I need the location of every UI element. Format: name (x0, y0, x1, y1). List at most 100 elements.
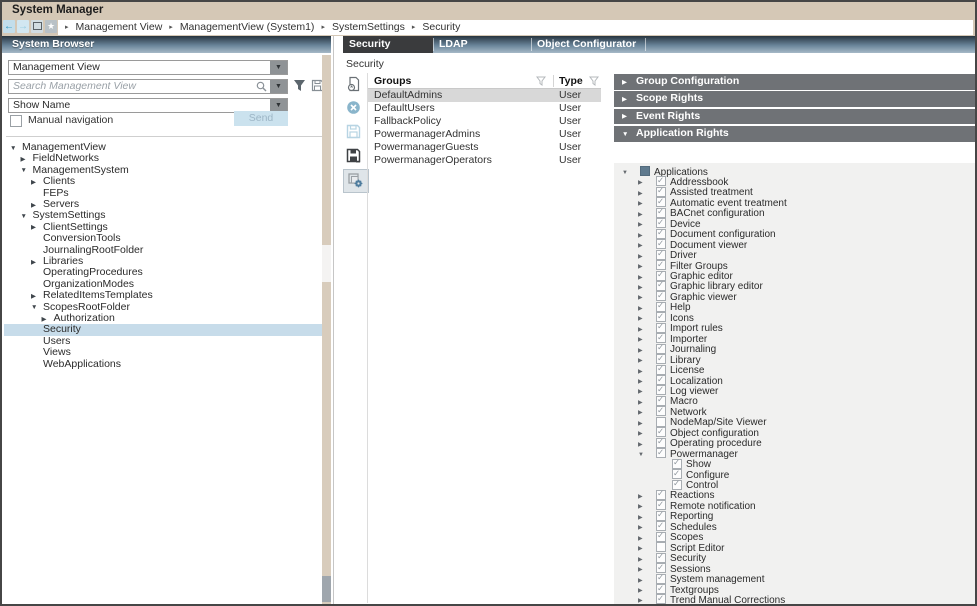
rights-item-schedules[interactable]: ▶Schedules (614, 520, 975, 530)
rights-item-operating-procedure[interactable]: ▶Operating procedure (614, 436, 975, 446)
rights-item-library[interactable]: ▶Library (614, 353, 975, 363)
expand-arrow-icon[interactable]: ▶ (622, 75, 636, 91)
rights-item-reporting[interactable]: ▶Reporting (614, 509, 975, 519)
send-button[interactable]: Send (234, 111, 288, 126)
rights-item-configure[interactable]: Configure (614, 468, 975, 478)
group-row-powermanagerguests[interactable]: PowermanagerGuestsUser (368, 141, 601, 154)
object-settings-button[interactable] (343, 169, 369, 193)
filter-icon[interactable] (589, 76, 599, 86)
group-row-powermanageradmins[interactable]: PowermanagerAdminsUser (368, 128, 601, 141)
panel-header-event-rights[interactable]: ▶Event Rights (614, 109, 975, 125)
rights-item-addressbook[interactable]: ▶Addressbook (614, 175, 975, 185)
rights-item-importer[interactable]: ▶Importer (614, 332, 975, 342)
expand-arrow-icon[interactable]: ▼ (31, 302, 43, 313)
rights-item-icons[interactable]: ▶Icons (614, 311, 975, 321)
breadcrumb-item[interactable]: ManagementView (System1) (180, 21, 315, 33)
expand-arrow-icon[interactable]: ▶ (622, 109, 636, 125)
save-icon[interactable] (346, 124, 364, 142)
expand-arrow-icon[interactable]: ▼ (21, 165, 33, 176)
expand-arrow-icon[interactable]: ▼ (622, 127, 636, 143)
save-all-icon[interactable] (346, 148, 364, 166)
rights-item-script-editor[interactable]: ▶Script Editor (614, 541, 975, 551)
tree-item-scopesrootfolder[interactable]: ▼ScopesRootFolder (4, 302, 322, 313)
rights-item-scopes[interactable]: ▶Scopes (614, 530, 975, 540)
group-row-defaultusers[interactable]: DefaultUsersUser (368, 102, 601, 115)
breadcrumb-item[interactable]: Security (422, 21, 460, 33)
rights-item-remote-notification[interactable]: ▶Remote notification (614, 499, 975, 509)
rights-item-reactions[interactable]: ▶Reactions (614, 488, 975, 498)
delete-group-icon[interactable] (346, 100, 364, 118)
rights-item-graphic-library-editor[interactable]: ▶Graphic library editor (614, 279, 975, 289)
rights-item-nodemap-site-viewer[interactable]: ▶NodeMap/Site Viewer (614, 415, 975, 425)
group-row-fallbackpolicy[interactable]: FallbackPolicyUser (368, 115, 601, 128)
rights-item-driver[interactable]: ▶Driver (614, 248, 975, 258)
expand-arrow-icon[interactable]: ▼ (21, 211, 33, 222)
sidebar-scrollbar[interactable] (322, 55, 331, 604)
rights-item-graphic-viewer[interactable]: ▶Graphic viewer (614, 290, 975, 300)
rights-item-show[interactable]: Show (614, 457, 975, 467)
forward-button[interactable]: → (17, 20, 29, 33)
rights-item-bacnet-configuration[interactable]: ▶BACnet configuration (614, 206, 975, 216)
rights-item-journaling[interactable]: ▶Journaling (614, 342, 975, 352)
rights-item-help[interactable]: ▶Help (614, 300, 975, 310)
rights-item-textgroups[interactable]: ▶Textgroups (614, 583, 975, 593)
panel-splitter[interactable] (333, 36, 334, 604)
expand-arrow-icon[interactable]: ▶ (21, 154, 33, 165)
panel-header-group-configuration[interactable]: ▶Group Configuration (614, 74, 975, 90)
tab-security[interactable]: Security (343, 36, 433, 53)
expand-arrow-icon[interactable]: ▶ (31, 291, 43, 302)
rights-item-sessions[interactable]: ▶Sessions (614, 562, 975, 572)
column-header-type[interactable]: Type (559, 74, 583, 88)
tab-ldap[interactable]: LDAP (433, 36, 531, 53)
new-group-icon[interactable] (346, 76, 364, 94)
expand-arrow-icon[interactable]: ▶ (622, 92, 636, 108)
chevron-down-icon[interactable]: ▼ (270, 80, 287, 93)
rights-item-system-management[interactable]: ▶System management (614, 572, 975, 582)
rights-item-document-viewer[interactable]: ▶Document viewer (614, 238, 975, 248)
back-button[interactable]: ← (3, 20, 15, 33)
rights-item-assisted-treatment[interactable]: ▶Assisted treatment (614, 185, 975, 195)
rights-item-device[interactable]: ▶Device (614, 217, 975, 227)
rights-item-object-configuration[interactable]: ▶Object configuration (614, 426, 975, 436)
group-row-defaultadmins[interactable]: DefaultAdminsUser (368, 89, 601, 102)
rights-item-license[interactable]: ▶License (614, 363, 975, 373)
groups-table-header[interactable]: Groups Type (368, 74, 601, 89)
sidebar-scrollbar-thumb[interactable] (322, 245, 331, 282)
view-dropdown[interactable]: Management View ▼ (8, 60, 288, 75)
rights-item-trend-manual-corrections[interactable]: ▶Trend Manual Corrections (614, 593, 975, 603)
expand-arrow-icon[interactable]: ▶ (31, 177, 43, 188)
panel-header-application-rights[interactable]: ▼Application Rights (614, 126, 975, 142)
group-row-powermanageroperators[interactable]: PowermanagerOperatorsUser (368, 154, 601, 167)
search-input[interactable]: Search Management View ▼ (8, 79, 288, 94)
breadcrumb-item[interactable]: SystemSettings (332, 21, 405, 33)
breadcrumb-item[interactable]: Management View (76, 21, 163, 33)
rights-item-localization[interactable]: ▶Localization (614, 374, 975, 384)
rights-item-import-rules[interactable]: ▶Import rules (614, 321, 975, 331)
rights-item-security[interactable]: ▶Security (614, 551, 975, 561)
rights-item-applications[interactable]: ▼Applications (614, 165, 975, 175)
column-header-groups[interactable]: Groups (374, 74, 411, 88)
filter-icon[interactable] (536, 76, 546, 86)
expand-arrow-icon[interactable]: ▶ (31, 222, 43, 233)
rights-item-network[interactable]: ▶Network (614, 405, 975, 415)
filter-icon[interactable] (293, 79, 306, 92)
expand-arrow-icon[interactable]: ▼ (10, 143, 22, 154)
rights-item-macro[interactable]: ▶Macro (614, 394, 975, 404)
tab-divider (645, 38, 646, 51)
tree-item-webapplications[interactable]: WebApplications (4, 359, 322, 370)
rights-item-log-viewer[interactable]: ▶Log viewer (614, 384, 975, 394)
manual-navigation-checkbox[interactable] (10, 115, 22, 127)
rights-item-graphic-editor[interactable]: ▶Graphic editor (614, 269, 975, 279)
recent-views-button[interactable] (31, 20, 43, 33)
panel-header-scope-rights[interactable]: ▶Scope Rights (614, 91, 975, 107)
chevron-down-icon[interactable]: ▼ (270, 61, 287, 74)
favorites-button[interactable]: ★ (45, 20, 57, 33)
rights-item-filter-groups[interactable]: ▶Filter Groups (614, 259, 975, 269)
rights-item-document-configuration[interactable]: ▶Document configuration (614, 227, 975, 237)
rights-item-control[interactable]: Control (614, 478, 975, 488)
rights-item-powermanager[interactable]: ▼Powermanager (614, 447, 975, 457)
expand-arrow-icon[interactable]: ▶ (31, 257, 43, 268)
search-icon[interactable] (256, 81, 267, 92)
tab-object-configurator[interactable]: Object Configurator (531, 36, 645, 53)
rights-item-automatic-event-treatment[interactable]: ▶Automatic event treatment (614, 196, 975, 206)
